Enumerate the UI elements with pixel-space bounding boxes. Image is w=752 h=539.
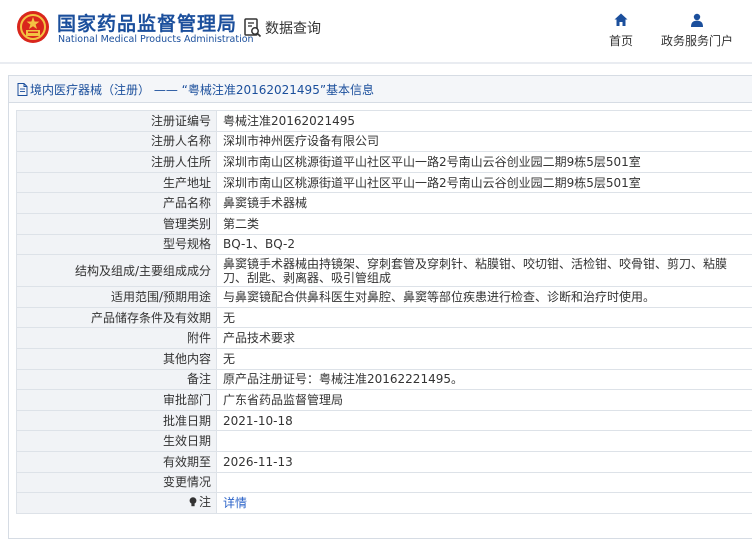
site-header: 国家药品监督管理局 National Medical Products Admi… [0, 0, 752, 64]
field-value [216, 471, 752, 494]
field-label: 管理类别 [16, 212, 217, 235]
field-value: 产品技术要求 [216, 327, 752, 349]
field-value: 深圳市神州医疗设备有限公司 [216, 130, 752, 153]
nav-services-portal[interactable]: 政务服务门户 [656, 13, 738, 49]
table-row: 生产地址 深圳市南山区桃源街道平山社区平山一路2号南山云谷创业园二期9栋5层50… [16, 171, 752, 194]
data-query-label: 数据查询 [265, 21, 321, 37]
table-row: 变更情况 [16, 471, 752, 494]
panel-title: 境内医疗器械（注册） —— “粤械注准20162021495”基本信息 [30, 82, 375, 97]
field-label: 注册人住所 [16, 151, 217, 173]
user-icon [691, 13, 703, 27]
field-value: 2026-11-13 [216, 450, 752, 473]
field-value: 鼻窦镜手术器械 [216, 192, 752, 214]
table-row-note: 注 详情 [16, 492, 752, 514]
note-label-wrap: 注 [189, 495, 211, 509]
field-value: 广东省药品监督管理局 [216, 389, 752, 411]
table-row: 结构及组成/主要组成成分 鼻窦镜手术器械由持镜架、穿刺套管及穿刺针、粘膜钳、咬切… [16, 254, 752, 288]
table-row: 批准日期 2021-10-18 [16, 409, 752, 432]
org-name-en: National Medical Products Administration [58, 34, 254, 45]
field-value: 深圳市南山区桃源街道平山社区平山一路2号南山云谷创业园二期9栋5层501室 [216, 171, 752, 194]
data-query-link[interactable]: 数据查询 [244, 17, 321, 39]
table-row: 型号规格 BQ-1、BQ-2 [16, 233, 752, 256]
field-value: 鼻窦镜手术器械由持镜架、穿刺套管及穿刺针、粘膜钳、咬切钳、活检钳、咬骨钳、剪刀、… [216, 254, 752, 288]
search-doc-icon [244, 18, 262, 38]
field-value: 无 [216, 306, 752, 329]
national-emblem-icon [17, 11, 49, 43]
field-label: 生效日期 [16, 430, 217, 452]
table-row: 附件 产品技术要求 [16, 327, 752, 349]
field-value: 第二类 [216, 212, 752, 235]
table-row: 注册证编号 粤械注准20162021495 [16, 110, 752, 132]
table-row: 注册人名称 深圳市神州医疗设备有限公司 [16, 130, 752, 153]
field-label: 附件 [16, 327, 217, 349]
field-label: 适用范围/预期用途 [16, 286, 217, 308]
nav-home-label: 首页 [608, 34, 633, 48]
note-label: 注 [198, 495, 211, 510]
field-label: 其他内容 [16, 347, 217, 370]
field-label: 结构及组成/主要组成成分 [16, 254, 217, 288]
nav-services-label: 政务服务门户 [660, 34, 733, 48]
field-value: BQ-1、BQ-2 [216, 233, 752, 256]
field-label: 审批部门 [16, 389, 217, 411]
field-label: 产品储存条件及有效期 [16, 306, 217, 329]
table-row: 有效期至 2026-11-13 [16, 450, 752, 473]
field-value: 与鼻窦镜配合供鼻科医生对鼻腔、鼻窦等部位疾患进行检查、诊断和治疗时使用。 [216, 286, 752, 308]
nav-home[interactable]: 首页 [601, 13, 641, 49]
document-icon [17, 82, 28, 96]
details-link[interactable]: 详情 [223, 496, 247, 510]
org-name-cn: 国家药品监督管理局 [57, 13, 238, 35]
field-value: 深圳市南山区桃源街道平山社区平山一路2号南山云谷创业园二期9栋5层501室 [216, 151, 752, 173]
device-info-panel: 境内医疗器械（注册） —— “粤械注准20162021495”基本信息 注册证编… [8, 75, 752, 539]
table-row: 适用范围/预期用途 与鼻窦镜配合供鼻科医生对鼻腔、鼻窦等部位疾患进行检查、诊断和… [16, 286, 752, 308]
field-label: 注册人名称 [16, 130, 217, 153]
field-value [216, 430, 752, 452]
field-label: 批准日期 [16, 409, 217, 432]
table-row: 管理类别 第二类 [16, 212, 752, 235]
note-label-cell: 注 [16, 492, 217, 514]
note-value-cell: 详情 [216, 492, 752, 514]
table-row: 产品储存条件及有效期 无 [16, 306, 752, 329]
home-icon [614, 13, 628, 26]
field-label: 备注 [16, 368, 217, 391]
field-value: 2021-10-18 [216, 409, 752, 432]
field-label: 变更情况 [16, 471, 217, 494]
table-row: 注册人住所 深圳市南山区桃源街道平山社区平山一路2号南山云谷创业园二期9栋5层5… [16, 151, 752, 173]
field-label: 产品名称 [16, 192, 217, 214]
table-row: 其他内容 无 [16, 347, 752, 370]
field-value: 原产品注册证号：粤械注准20162221495。 [216, 368, 752, 391]
lightbulb-icon [189, 497, 197, 507]
table-row: 备注 原产品注册证号：粤械注准20162221495。 [16, 368, 752, 391]
table-row: 审批部门 广东省药品监督管理局 [16, 389, 752, 411]
field-label: 型号规格 [16, 233, 217, 256]
table-row: 产品名称 鼻窦镜手术器械 [16, 192, 752, 214]
field-label: 生产地址 [16, 171, 217, 194]
table-row: 生效日期 [16, 430, 752, 452]
panel-header: 境内医疗器械（注册） —— “粤械注准20162021495”基本信息 [9, 76, 752, 103]
field-label: 有效期至 [16, 450, 217, 473]
field-label: 注册证编号 [16, 110, 217, 132]
field-value: 粤械注准20162021495 [216, 110, 752, 132]
device-info-table: 注册证编号 粤械注准20162021495 注册人名称 深圳市神州医疗设备有限公… [16, 110, 752, 514]
field-value: 无 [216, 347, 752, 370]
